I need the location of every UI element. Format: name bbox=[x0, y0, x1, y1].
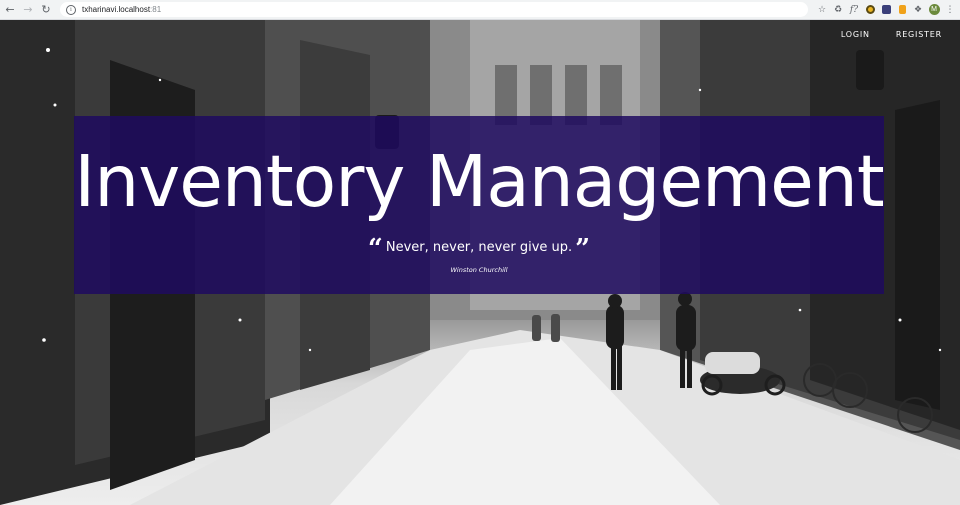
quote-text: Never, never, never give up. bbox=[385, 240, 573, 255]
quote-author: Winston Churchill bbox=[450, 266, 508, 274]
title-banner: Inventory Management “Never, never, neve… bbox=[74, 116, 885, 294]
reload-icon[interactable]: ↻ bbox=[38, 2, 54, 18]
browser-toolbar: ← → ↻ i txharinavi.localhost:81 ☆ ♻ f? ❖… bbox=[0, 0, 960, 20]
extensions-bar: ☆ ♻ f? ❖ M ⋮ bbox=[814, 2, 958, 18]
avatar-letter: M bbox=[928, 4, 940, 15]
url-host: txharinavi.localhost bbox=[82, 5, 151, 14]
puzzle-extensions-icon[interactable]: ❖ bbox=[910, 2, 926, 18]
address-bar[interactable]: i txharinavi.localhost:81 bbox=[60, 2, 808, 17]
bookmark-star-icon[interactable]: ☆ bbox=[814, 2, 830, 18]
back-arrow-icon[interactable]: ← bbox=[2, 2, 18, 18]
profile-avatar[interactable]: M bbox=[926, 2, 942, 18]
site-info-icon[interactable]: i bbox=[66, 4, 76, 15]
forward-arrow-icon[interactable]: → bbox=[20, 2, 36, 18]
page-title: Inventory Management bbox=[74, 140, 884, 223]
login-link[interactable]: LOGIN bbox=[841, 30, 870, 39]
recycle-extension-icon[interactable]: ♻ bbox=[830, 2, 846, 18]
font-extension-icon[interactable]: f? bbox=[846, 2, 862, 18]
square-extension-icon[interactable] bbox=[878, 2, 894, 18]
quote: “Never, never, never give up.” bbox=[74, 236, 884, 262]
top-navigation: LOGIN REGISTER bbox=[841, 30, 942, 39]
lock-extension-icon[interactable] bbox=[894, 2, 910, 18]
hero-section: LOGIN REGISTER Inventory Management “Nev… bbox=[0, 20, 960, 505]
open-quote-icon: “ bbox=[367, 234, 383, 264]
menu-kebab-icon[interactable]: ⋮ bbox=[942, 2, 958, 18]
close-quote-icon: ” bbox=[575, 234, 591, 264]
register-link[interactable]: REGISTER bbox=[896, 30, 942, 39]
circle-extension-icon[interactable] bbox=[862, 2, 878, 18]
url-port: :81 bbox=[150, 5, 162, 14]
